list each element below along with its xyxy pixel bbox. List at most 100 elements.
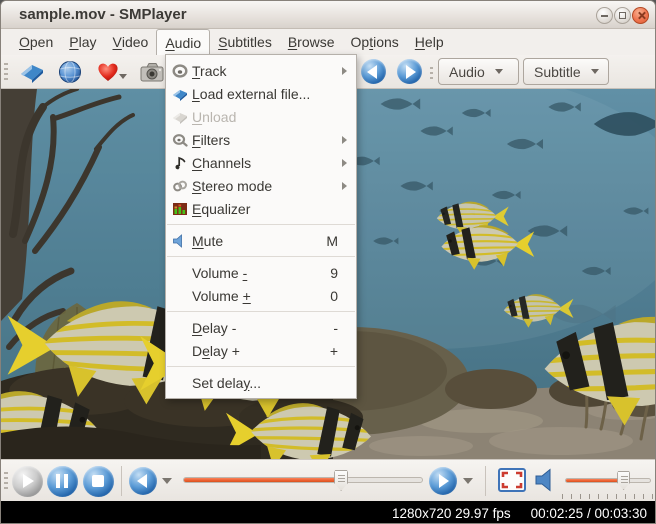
skip-forward-icon [406,65,416,79]
stop-button[interactable] [83,466,114,497]
menubar-item-browse[interactable]: Browse [280,29,343,55]
menu-item-mute[interactable]: MuteM [166,229,356,252]
equalizer-icon [172,201,192,217]
chevron-down-icon [495,69,503,74]
menu-item-shortcut: 0 [330,288,342,304]
menubar-item-audio[interactable]: Audio [156,29,210,55]
stop-icon [92,475,104,487]
open-file-button[interactable] [19,59,45,85]
track-icon [172,63,192,79]
favorites-menu-arrow[interactable] [119,74,127,79]
forward-options-arrow[interactable] [463,478,473,484]
toolbar-grip[interactable] [4,63,8,81]
skip-forward-button[interactable] [397,59,422,84]
open-url-button[interactable] [57,59,83,85]
menu-item-volume[interactable]: Volume -9 [166,261,356,284]
menubar-item-options[interactable]: Options [343,29,407,55]
menu-item-shortcut: 9 [330,265,342,281]
no-icon [172,265,192,281]
close-button[interactable] [632,7,649,24]
video-resolution-fps: 1280x720 29.97 fps [392,506,511,521]
toolbar-separator [430,67,433,79]
menu-item-label: Delay - [192,320,333,336]
audio-track-selector[interactable]: Audio [438,58,519,85]
menubar-item-open[interactable]: Open [11,29,61,55]
menubar-item-help[interactable]: Help [407,29,452,55]
globe-icon [57,59,83,85]
menubar-item-video[interactable]: Video [105,29,157,55]
seek-slider-handle[interactable] [334,470,348,491]
menu-item-load-external-file[interactable]: Load external file... [166,82,356,105]
no-icon [172,375,192,391]
menu-item-delay[interactable]: Delay ++ [166,339,356,362]
menu-item-label: Mute [192,233,326,249]
control-bar [1,459,655,501]
audio-menu: Track Load external file... Unload Filters C… [165,54,357,399]
play-button[interactable] [12,466,43,497]
no-icon [172,320,192,336]
skip-back-button[interactable] [361,59,386,84]
menu-bar: OpenPlayVideoAudioSubtitlesBrowseOptions… [1,29,655,55]
menu-item-label: Unload [192,109,338,125]
menu-item-filters[interactable]: Filters [166,128,356,151]
volume-slider-handle[interactable] [617,471,630,490]
maximize-button[interactable] [614,7,631,24]
rewind-icon [137,474,147,488]
seek-slider[interactable] [183,477,423,483]
volume-ticks [562,494,654,499]
submenu-arrow-icon [342,67,350,75]
forward-button[interactable] [429,467,457,495]
menu-item-volume[interactable]: Volume +0 [166,284,356,307]
volume-slider[interactable] [565,478,651,483]
menu-separator [167,224,355,225]
open-file-icon [19,59,45,85]
menu-item-label: Volume + [192,288,330,304]
minimize-button[interactable] [596,7,613,24]
menu-item-label: Stereo mode [192,178,338,194]
menu-item-unload: Unload [166,105,356,128]
favorites-button[interactable] [95,59,121,85]
playback-time: 00:02:25 / 00:03:30 [531,506,647,521]
controlbar-separator [121,466,122,496]
no-icon [172,343,192,359]
pause-button[interactable] [47,466,78,497]
pause-icon [56,474,68,488]
screenshot-button[interactable] [139,59,165,85]
menu-separator [167,311,355,312]
controlbar-grip[interactable] [4,472,8,490]
load-file-icon [172,86,192,102]
smplayer-window: sample.mov - SMPlayer SOFTGOZAR.COM Open… [0,0,656,524]
seek-slider-fill [184,478,341,482]
menu-item-channels[interactable]: Channels [166,151,356,174]
window-title: sample.mov - SMPlayer [19,6,187,23]
menubar-item-subtitles[interactable]: Subtitles [210,29,280,55]
menu-item-label: Load external file... [192,86,338,102]
status-bar: 1280x720 29.97 fps 00:02:25 / 00:03:30 [1,501,655,524]
unload-icon [172,109,192,125]
menu-item-label: Channels [192,155,338,171]
menu-item-equalizer[interactable]: Equalizer [166,197,356,220]
menu-item-stereo-mode[interactable]: Stereo mode [166,174,356,197]
menu-item-label: Track [192,63,338,79]
menu-separator [167,366,355,367]
subtitle-track-selector[interactable]: Subtitle [523,58,609,85]
rewind-button[interactable] [129,467,157,495]
forward-icon [439,474,449,488]
camera-icon [139,59,165,85]
submenu-arrow-icon [342,159,350,167]
play-icon [23,474,34,488]
menubar-item-play[interactable]: Play [61,29,104,55]
menu-item-label: Volume - [192,265,330,281]
fullscreen-button[interactable] [498,468,526,492]
mute-toggle-button[interactable] [534,468,558,492]
filters-icon [172,132,192,148]
submenu-arrow-icon [342,182,350,190]
title-bar[interactable]: sample.mov - SMPlayer [1,1,655,29]
menu-item-set-delay[interactable]: Set delay... [166,371,356,394]
menu-item-shortcut: M [326,233,342,249]
rewind-options-arrow[interactable] [162,478,172,484]
menu-item-delay[interactable]: Delay -- [166,316,356,339]
maximize-icon [619,12,626,19]
menu-item-label: Delay + [192,343,330,359]
menu-item-track[interactable]: Track [166,59,356,82]
